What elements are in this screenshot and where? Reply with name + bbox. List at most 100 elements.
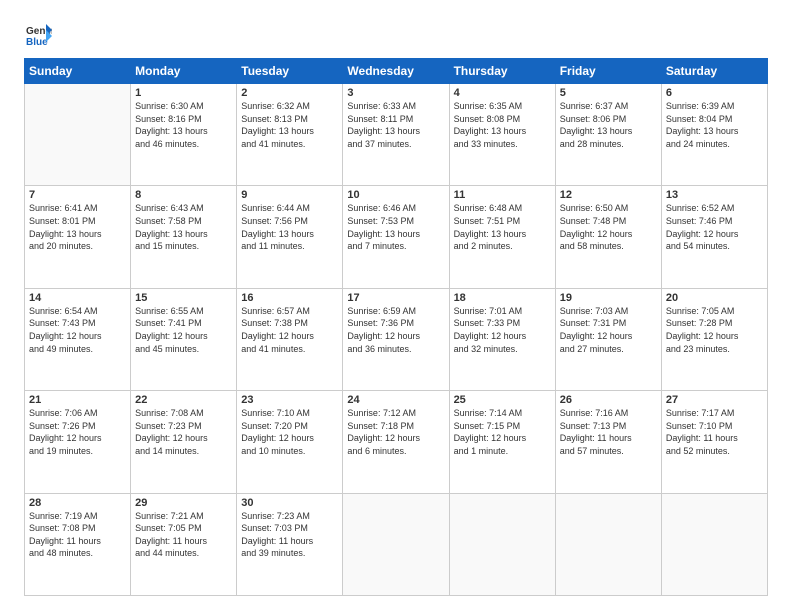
calendar-cell: 6Sunrise: 6:39 AMSunset: 8:04 PMDaylight… [661, 84, 767, 186]
calendar-cell: 4Sunrise: 6:35 AMSunset: 8:08 PMDaylight… [449, 84, 555, 186]
calendar-cell: 15Sunrise: 6:55 AMSunset: 7:41 PMDayligh… [131, 288, 237, 390]
day-info: Sunrise: 6:52 AMSunset: 7:46 PMDaylight:… [666, 202, 763, 252]
calendar-cell: 27Sunrise: 7:17 AMSunset: 7:10 PMDayligh… [661, 391, 767, 493]
calendar-cell: 24Sunrise: 7:12 AMSunset: 7:18 PMDayligh… [343, 391, 449, 493]
calendar-cell: 30Sunrise: 7:23 AMSunset: 7:03 PMDayligh… [237, 493, 343, 595]
day-info: Sunrise: 7:06 AMSunset: 7:26 PMDaylight:… [29, 407, 126, 457]
weekday-header: Wednesday [343, 59, 449, 84]
day-number: 27 [666, 394, 763, 406]
calendar-cell: 17Sunrise: 6:59 AMSunset: 7:36 PMDayligh… [343, 288, 449, 390]
day-number: 3 [347, 87, 444, 99]
day-number: 29 [135, 497, 232, 509]
day-info: Sunrise: 7:23 AMSunset: 7:03 PMDaylight:… [241, 510, 338, 560]
day-info: Sunrise: 7:10 AMSunset: 7:20 PMDaylight:… [241, 407, 338, 457]
calendar-cell: 18Sunrise: 7:01 AMSunset: 7:33 PMDayligh… [449, 288, 555, 390]
calendar-cell [25, 84, 131, 186]
day-info: Sunrise: 6:44 AMSunset: 7:56 PMDaylight:… [241, 202, 338, 252]
page-header: General Blue [24, 20, 768, 48]
day-info: Sunrise: 7:12 AMSunset: 7:18 PMDaylight:… [347, 407, 444, 457]
day-info: Sunrise: 7:17 AMSunset: 7:10 PMDaylight:… [666, 407, 763, 457]
calendar-cell: 29Sunrise: 7:21 AMSunset: 7:05 PMDayligh… [131, 493, 237, 595]
day-info: Sunrise: 7:21 AMSunset: 7:05 PMDaylight:… [135, 510, 232, 560]
day-info: Sunrise: 6:41 AMSunset: 8:01 PMDaylight:… [29, 202, 126, 252]
day-info: Sunrise: 6:37 AMSunset: 8:06 PMDaylight:… [560, 100, 657, 150]
calendar-cell [343, 493, 449, 595]
day-info: Sunrise: 7:01 AMSunset: 7:33 PMDaylight:… [454, 305, 551, 355]
day-number: 11 [454, 189, 551, 201]
weekday-header: Friday [555, 59, 661, 84]
calendar-cell: 8Sunrise: 6:43 AMSunset: 7:58 PMDaylight… [131, 186, 237, 288]
day-info: Sunrise: 7:14 AMSunset: 7:15 PMDaylight:… [454, 407, 551, 457]
week-row: 7Sunrise: 6:41 AMSunset: 8:01 PMDaylight… [25, 186, 768, 288]
weekday-header: Thursday [449, 59, 555, 84]
week-row: 28Sunrise: 7:19 AMSunset: 7:08 PMDayligh… [25, 493, 768, 595]
day-number: 15 [135, 292, 232, 304]
day-number: 4 [454, 87, 551, 99]
day-info: Sunrise: 7:05 AMSunset: 7:28 PMDaylight:… [666, 305, 763, 355]
week-row: 21Sunrise: 7:06 AMSunset: 7:26 PMDayligh… [25, 391, 768, 493]
week-row: 1Sunrise: 6:30 AMSunset: 8:16 PMDaylight… [25, 84, 768, 186]
weekday-header: Sunday [25, 59, 131, 84]
calendar-cell: 25Sunrise: 7:14 AMSunset: 7:15 PMDayligh… [449, 391, 555, 493]
calendar-cell [555, 493, 661, 595]
day-number: 12 [560, 189, 657, 201]
calendar-table: SundayMondayTuesdayWednesdayThursdayFrid… [24, 58, 768, 596]
day-number: 19 [560, 292, 657, 304]
day-info: Sunrise: 6:55 AMSunset: 7:41 PMDaylight:… [135, 305, 232, 355]
day-number: 21 [29, 394, 126, 406]
calendar-cell: 10Sunrise: 6:46 AMSunset: 7:53 PMDayligh… [343, 186, 449, 288]
day-number: 1 [135, 87, 232, 99]
logo: General Blue [24, 20, 56, 48]
calendar-cell: 5Sunrise: 6:37 AMSunset: 8:06 PMDaylight… [555, 84, 661, 186]
calendar-cell: 23Sunrise: 7:10 AMSunset: 7:20 PMDayligh… [237, 391, 343, 493]
day-info: Sunrise: 6:54 AMSunset: 7:43 PMDaylight:… [29, 305, 126, 355]
day-number: 25 [454, 394, 551, 406]
day-number: 13 [666, 189, 763, 201]
day-number: 20 [666, 292, 763, 304]
day-number: 6 [666, 87, 763, 99]
day-info: Sunrise: 7:03 AMSunset: 7:31 PMDaylight:… [560, 305, 657, 355]
day-number: 26 [560, 394, 657, 406]
svg-text:Blue: Blue [26, 37, 48, 48]
calendar-cell [449, 493, 555, 595]
day-info: Sunrise: 6:32 AMSunset: 8:13 PMDaylight:… [241, 100, 338, 150]
day-number: 24 [347, 394, 444, 406]
calendar-cell: 9Sunrise: 6:44 AMSunset: 7:56 PMDaylight… [237, 186, 343, 288]
day-info: Sunrise: 6:46 AMSunset: 7:53 PMDaylight:… [347, 202, 444, 252]
day-info: Sunrise: 6:48 AMSunset: 7:51 PMDaylight:… [454, 202, 551, 252]
calendar-cell: 14Sunrise: 6:54 AMSunset: 7:43 PMDayligh… [25, 288, 131, 390]
day-number: 2 [241, 87, 338, 99]
day-info: Sunrise: 6:59 AMSunset: 7:36 PMDaylight:… [347, 305, 444, 355]
calendar-cell [661, 493, 767, 595]
calendar-cell: 20Sunrise: 7:05 AMSunset: 7:28 PMDayligh… [661, 288, 767, 390]
calendar-cell: 19Sunrise: 7:03 AMSunset: 7:31 PMDayligh… [555, 288, 661, 390]
week-row: 14Sunrise: 6:54 AMSunset: 7:43 PMDayligh… [25, 288, 768, 390]
day-info: Sunrise: 6:39 AMSunset: 8:04 PMDaylight:… [666, 100, 763, 150]
calendar-cell: 26Sunrise: 7:16 AMSunset: 7:13 PMDayligh… [555, 391, 661, 493]
day-number: 9 [241, 189, 338, 201]
day-info: Sunrise: 6:30 AMSunset: 8:16 PMDaylight:… [135, 100, 232, 150]
calendar-cell: 13Sunrise: 6:52 AMSunset: 7:46 PMDayligh… [661, 186, 767, 288]
day-info: Sunrise: 6:50 AMSunset: 7:48 PMDaylight:… [560, 202, 657, 252]
calendar-cell: 12Sunrise: 6:50 AMSunset: 7:48 PMDayligh… [555, 186, 661, 288]
day-number: 30 [241, 497, 338, 509]
calendar-cell: 22Sunrise: 7:08 AMSunset: 7:23 PMDayligh… [131, 391, 237, 493]
day-number: 16 [241, 292, 338, 304]
calendar-cell: 11Sunrise: 6:48 AMSunset: 7:51 PMDayligh… [449, 186, 555, 288]
day-number: 8 [135, 189, 232, 201]
calendar-cell: 7Sunrise: 6:41 AMSunset: 8:01 PMDaylight… [25, 186, 131, 288]
calendar-cell: 16Sunrise: 6:57 AMSunset: 7:38 PMDayligh… [237, 288, 343, 390]
day-number: 22 [135, 394, 232, 406]
calendar-cell: 2Sunrise: 6:32 AMSunset: 8:13 PMDaylight… [237, 84, 343, 186]
day-info: Sunrise: 7:19 AMSunset: 7:08 PMDaylight:… [29, 510, 126, 560]
day-number: 5 [560, 87, 657, 99]
weekday-header: Monday [131, 59, 237, 84]
day-info: Sunrise: 6:35 AMSunset: 8:08 PMDaylight:… [454, 100, 551, 150]
day-info: Sunrise: 6:43 AMSunset: 7:58 PMDaylight:… [135, 202, 232, 252]
calendar-header-row: SundayMondayTuesdayWednesdayThursdayFrid… [25, 59, 768, 84]
calendar-cell: 1Sunrise: 6:30 AMSunset: 8:16 PMDaylight… [131, 84, 237, 186]
weekday-header: Saturday [661, 59, 767, 84]
day-info: Sunrise: 6:57 AMSunset: 7:38 PMDaylight:… [241, 305, 338, 355]
day-info: Sunrise: 6:33 AMSunset: 8:11 PMDaylight:… [347, 100, 444, 150]
calendar-cell: 28Sunrise: 7:19 AMSunset: 7:08 PMDayligh… [25, 493, 131, 595]
